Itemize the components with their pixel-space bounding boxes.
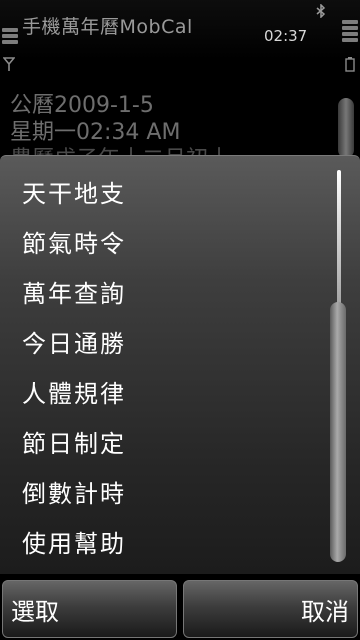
status-bar: 手機萬年曆MobCal 02:37	[0, 0, 360, 72]
options-menu: 天干地支 節氣時令 萬年查詢 今日通勝 人體規律 節日制定 倒數計時 使用幫助	[0, 155, 360, 574]
bluetooth-icon	[316, 4, 326, 18]
select-button[interactable]: 選取	[2, 580, 177, 638]
gregorian-date: 公曆2009-1-5	[10, 93, 154, 118]
background-scrollbar[interactable]	[338, 98, 354, 158]
menu-item-today-almanac[interactable]: 今日通勝	[0, 316, 320, 366]
antenna-icon	[3, 57, 15, 71]
app-title: 手機萬年曆MobCal	[22, 16, 193, 38]
menu-item-countdown[interactable]: 倒數計時	[0, 466, 320, 516]
menu-item-solar-terms[interactable]: 節氣時令	[0, 216, 320, 266]
menu-scrollbar-track	[337, 170, 341, 320]
menu-item-biorhythm[interactable]: 人體規律	[0, 366, 320, 416]
softkey-bar: 選取 取消	[0, 574, 360, 640]
battery-level-icon	[342, 20, 358, 46]
menu-item-stems-branches[interactable]: 天干地支	[0, 166, 320, 216]
cancel-button[interactable]: 取消	[183, 580, 358, 638]
signal-strength-icon	[2, 28, 18, 50]
menu-item-calendar-lookup[interactable]: 萬年查詢	[0, 266, 320, 316]
menu-item-help[interactable]: 使用幫助	[0, 516, 320, 566]
calendar-summary: 公曆2009-1-5 星期一02:34 AM 農曆戊子年十二月初十	[10, 92, 340, 158]
weekday-time: 星期一02:34 AM	[10, 120, 181, 145]
clock: 02:37	[264, 27, 308, 45]
menu-item-holidays[interactable]: 節日制定	[0, 416, 320, 466]
battery-icon	[345, 57, 355, 72]
menu-scrollbar-thumb[interactable]	[330, 302, 346, 562]
